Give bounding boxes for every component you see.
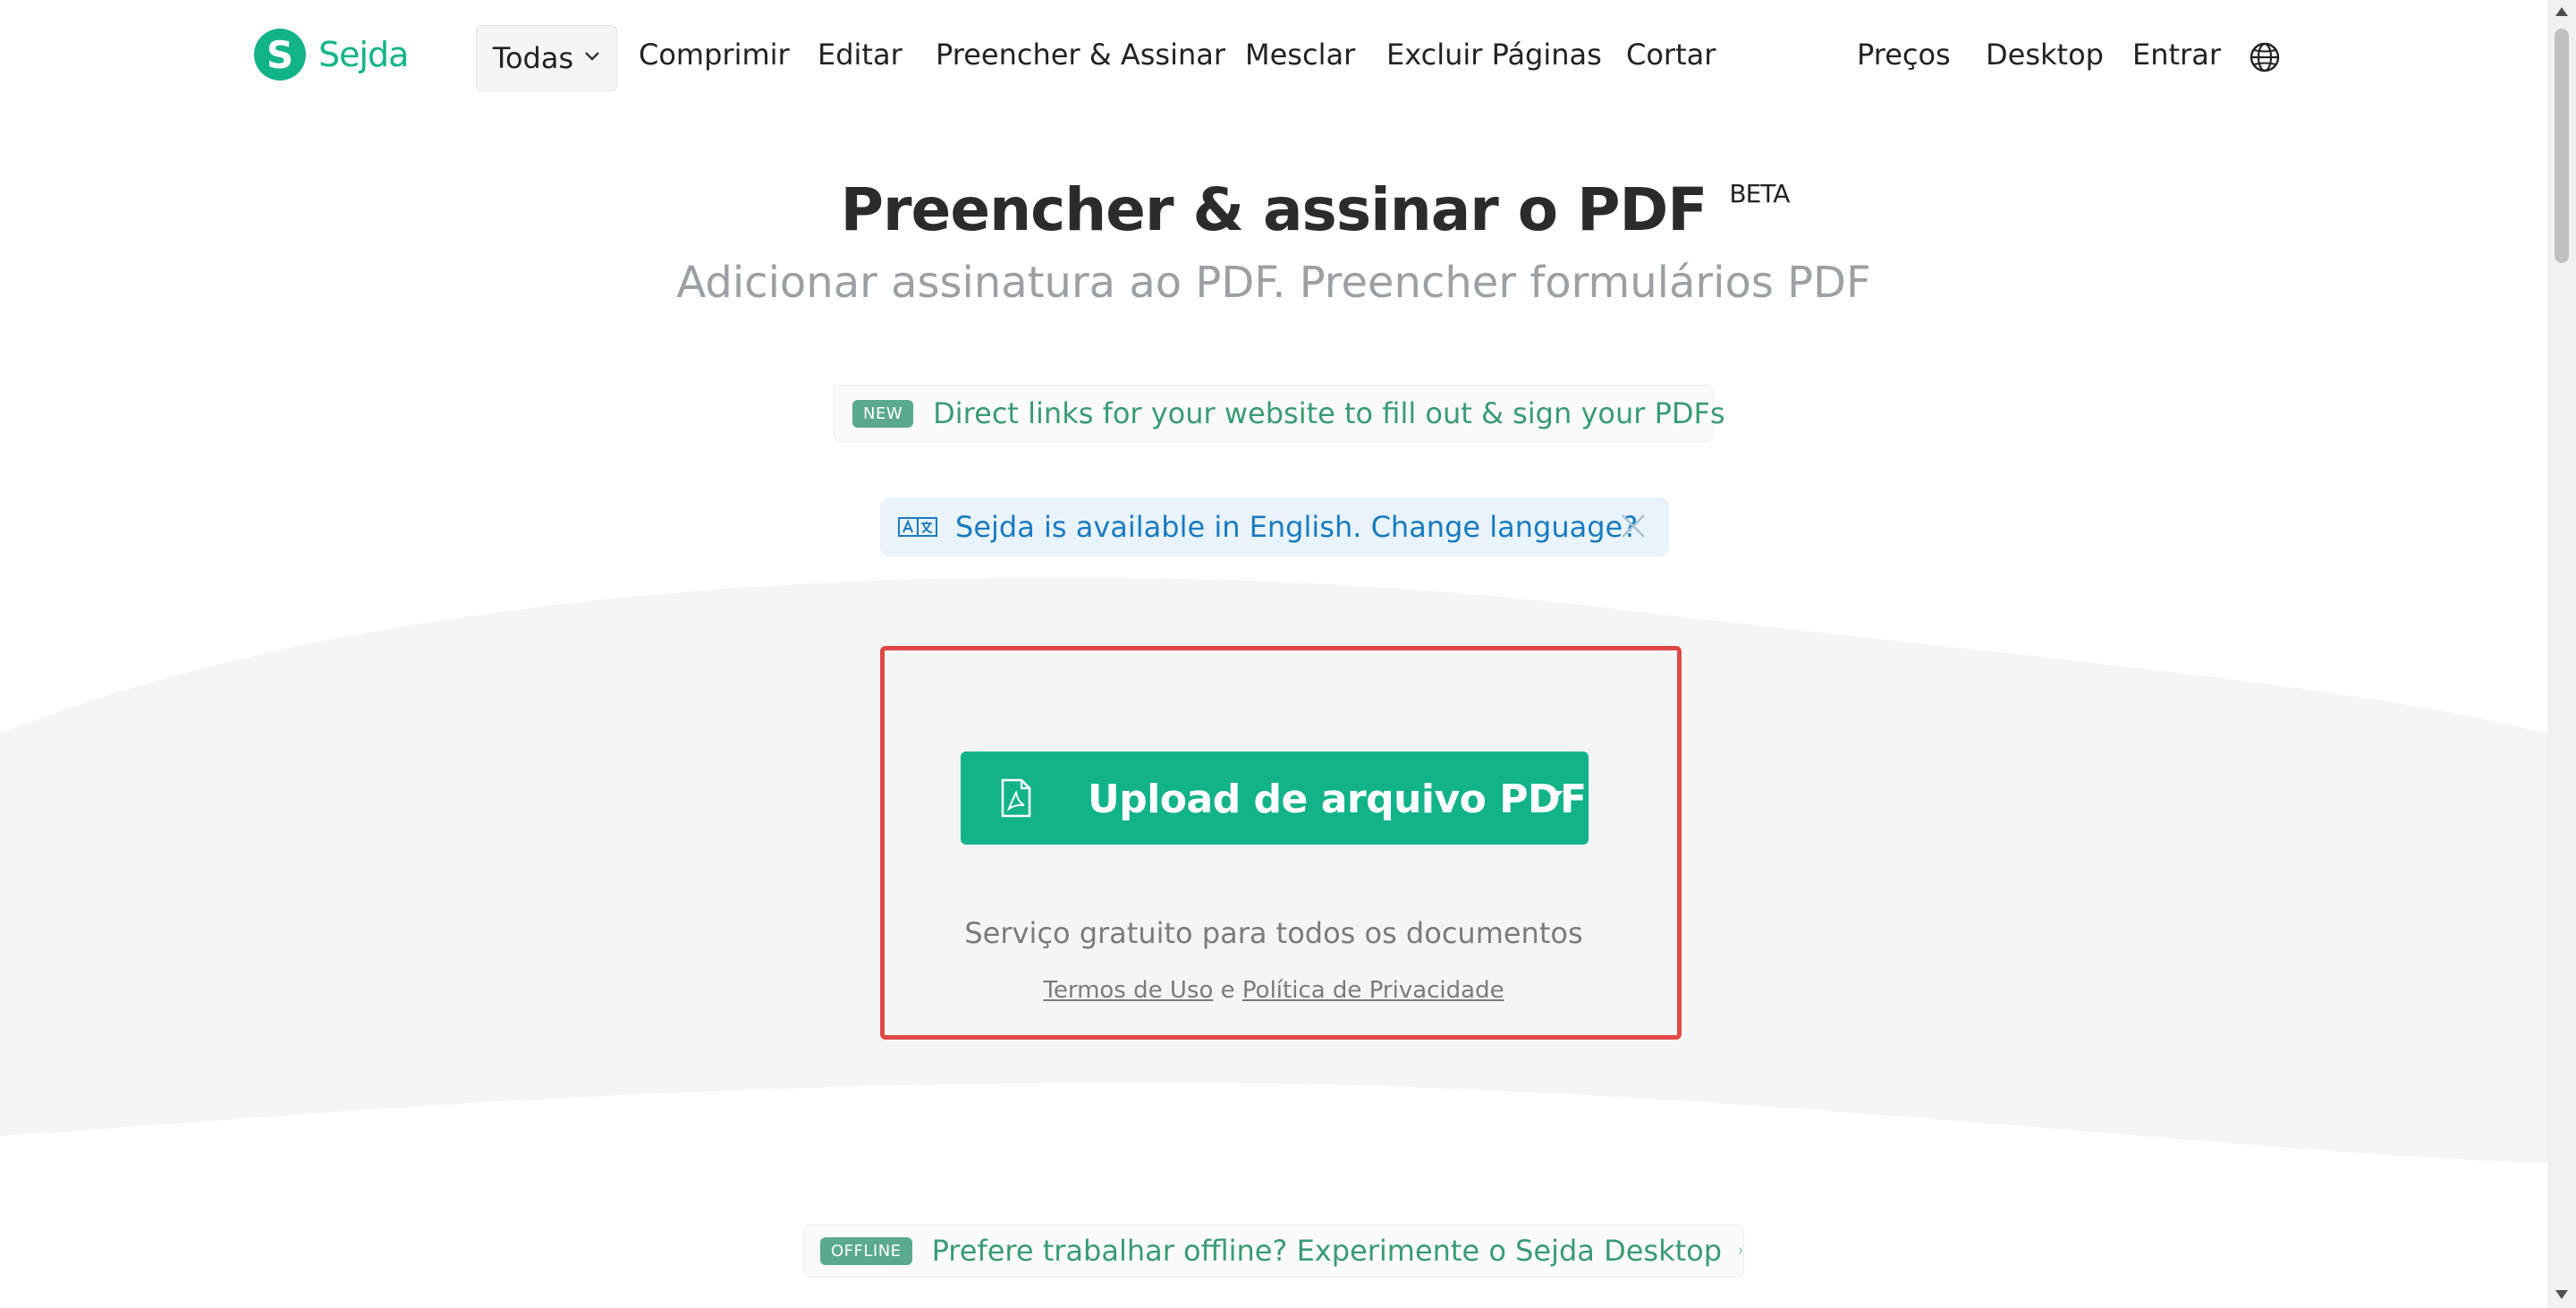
hero-title-wrap: Preencher & assinar o PDF BETA (0, 175, 2547, 244)
new-badge: NEW (852, 399, 914, 428)
offline-text: Prefere trabalhar offline? Experimente o… (931, 1234, 1723, 1268)
direct-links-text: Direct links for your website to fill ou… (933, 396, 1725, 430)
upload-button-label: Upload de arquivo PDF (1088, 777, 1587, 822)
language-suggestion-banner: Sejda is available in English. Change la… (880, 497, 1669, 556)
beta-label: BETA (1729, 179, 1790, 208)
globe-icon[interactable] (2249, 41, 2281, 73)
upload-pdf-button[interactable]: Upload de arquivo PDF (961, 752, 1589, 845)
nav-compress[interactable]: Comprimir (639, 38, 790, 72)
scroll-down-arrow-icon[interactable] (2555, 1290, 2568, 1299)
page-title-text: Preencher & assinar o PDF (840, 175, 1708, 244)
logo-text: Sejda (318, 35, 409, 74)
page-scrollbar[interactable] (2547, 0, 2576, 1308)
scroll-up-arrow-icon[interactable] (2555, 7, 2568, 16)
nav-delete-pages[interactable]: Excluir Páginas (1386, 38, 1602, 72)
nav-pricing[interactable]: Preços (1857, 38, 1951, 72)
chevron-down-icon (585, 52, 599, 61)
privacy-policy-link[interactable]: Política de Privacidade (1242, 977, 1504, 1004)
nav-crop[interactable]: Cortar (1626, 38, 1716, 72)
terms-conjunction: e (1220, 977, 1235, 1004)
nav-fill-sign[interactable]: Preencher & Assinar (936, 38, 1225, 72)
page-title: Preencher & assinar o PDF BETA (840, 175, 1791, 244)
close-icon[interactable] (1619, 512, 1648, 540)
chevron-right-icon (1738, 1247, 1742, 1254)
offline-desktop-banner[interactable]: OFFLINE Prefere trabalhar offline? Exper… (803, 1224, 1744, 1278)
free-service-text: Serviço gratuito para todos os documento… (964, 916, 1583, 950)
scroll-thumb[interactable] (2555, 29, 2569, 263)
pdf-file-icon (1001, 778, 1031, 818)
translate-icon (898, 517, 937, 537)
sejda-logo[interactable]: S Sejda (254, 29, 409, 81)
offline-badge: OFFLINE (820, 1236, 912, 1265)
all-tools-dropdown[interactable]: Todas (476, 25, 617, 91)
nav-login[interactable]: Entrar (2132, 38, 2221, 72)
all-tools-label: Todas (492, 41, 574, 75)
nav-merge[interactable]: Mesclar (1245, 38, 1355, 72)
logo-mark: S (254, 29, 306, 81)
nav-edit[interactable]: Editar (818, 38, 902, 72)
caret-down-icon[interactable] (1547, 791, 1563, 799)
page-subtitle: Adicionar assinatura ao PDF. Preencher f… (676, 258, 1871, 308)
change-language-link[interactable]: Sejda is available in English. Change la… (955, 510, 1638, 544)
top-navbar: S Sejda Todas Comprimir Editar Preencher… (0, 0, 2547, 115)
nav-desktop[interactable]: Desktop (1986, 38, 2104, 72)
direct-links-banner[interactable]: NEW Direct links for your website to fil… (834, 385, 1725, 442)
terms-of-use-link[interactable]: Termos de Uso (1043, 977, 1213, 1004)
terms-line: Termos de Uso e Política de Privacidade (0, 977, 2547, 1004)
